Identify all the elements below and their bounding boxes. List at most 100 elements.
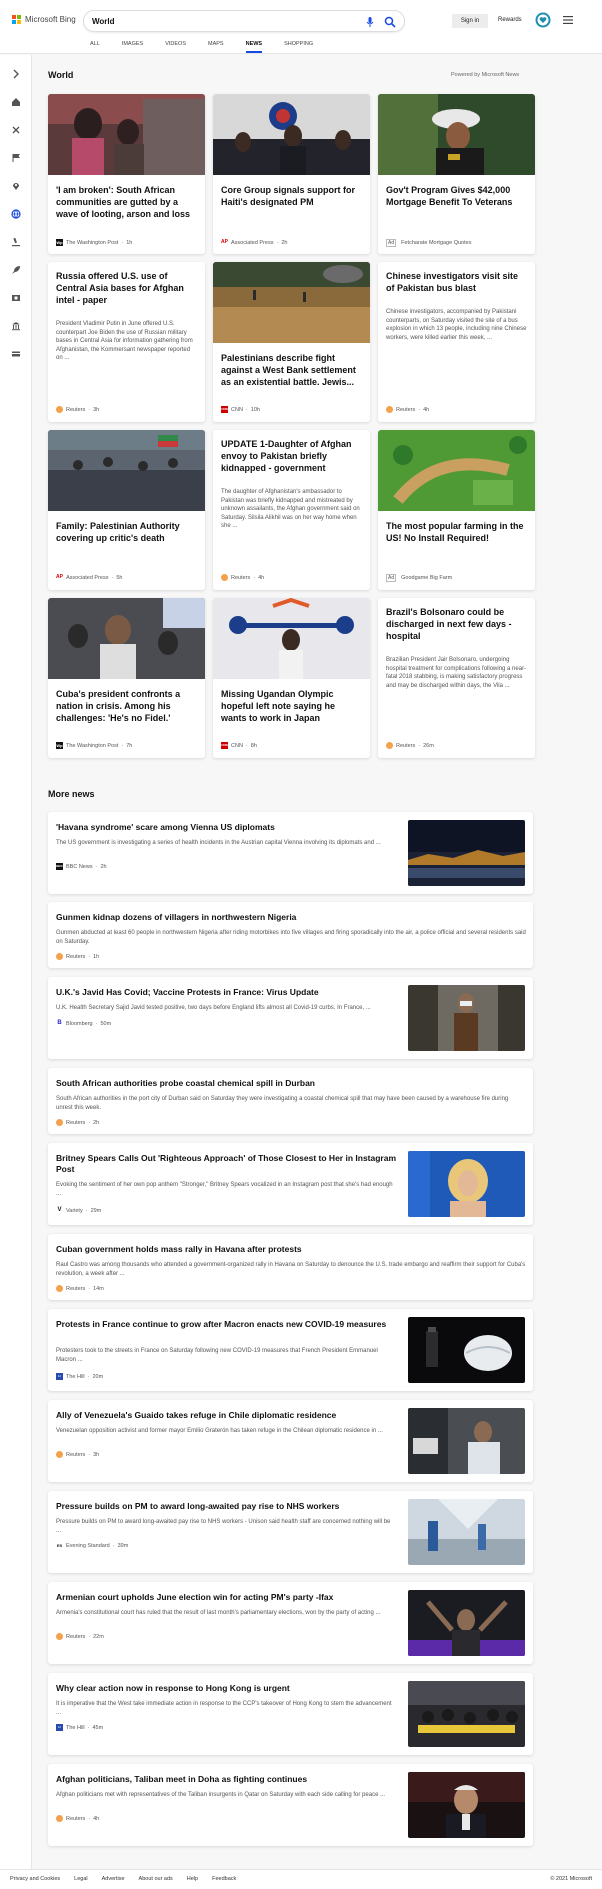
- source-name: Reuters: [396, 742, 416, 749]
- reuters-logo-icon: [56, 953, 63, 960]
- footer-link-help[interactable]: Help: [187, 1876, 198, 1882]
- news-title[interactable]: Britney Spears Calls Out 'Righteous Appr…: [56, 1153, 396, 1175]
- news-list-item[interactable]: Protests in France continue to grow afte…: [48, 1309, 533, 1391]
- news-snippet: Evoking the sentiment of her own pop ant…: [56, 1182, 393, 1197]
- bing-logo[interactable]: Microsoft Bing: [12, 15, 76, 24]
- news-snippet: Gunmen abducted at least 60 people in no…: [56, 930, 526, 945]
- search-icon[interactable]: [384, 16, 396, 28]
- news-card[interactable]: UPDATE 1-Daughter of Afghan envoy to Pak…: [213, 430, 370, 590]
- film-icon[interactable]: [11, 293, 21, 303]
- rocket-icon[interactable]: [11, 265, 21, 275]
- news-title[interactable]: 'Havana syndrome' scare among Vienna US …: [56, 822, 396, 833]
- news-title[interactable]: Why clear action now in response to Hong…: [56, 1683, 396, 1694]
- microscope-icon[interactable]: [11, 237, 21, 247]
- copyright-text: © 2021 Microsoft: [550, 1876, 592, 1882]
- source-time: 45m: [92, 1724, 104, 1731]
- news-list-item[interactable]: South African authorities probe coastal …: [48, 1068, 533, 1134]
- source-name: Bloomberg: [66, 1020, 93, 1027]
- news-card[interactable]: Missing Ugandan Olympic hopeful left not…: [213, 598, 370, 758]
- card-title[interactable]: Cuba's president confronts a nation in c…: [56, 688, 197, 724]
- money-icon[interactable]: [11, 349, 21, 359]
- tools-icon[interactable]: [11, 125, 21, 135]
- ad-card[interactable]: The most popular farming in the US! No I…: [378, 430, 535, 590]
- news-snippet: The US government is investigating a ser…: [56, 840, 381, 846]
- footer-link-legal[interactable]: Legal: [74, 1876, 87, 1882]
- tab-maps[interactable]: MAPS: [208, 40, 224, 53]
- chevron-right-icon[interactable]: [11, 69, 21, 79]
- news-title[interactable]: Afghan politicians, Taliban meet in Doha…: [56, 1774, 396, 1785]
- flag-icon[interactable]: [11, 153, 21, 163]
- footer-link-advertise[interactable]: Advertise: [102, 1876, 125, 1882]
- globe-icon[interactable]: [11, 209, 21, 219]
- card-title[interactable]: Missing Ugandan Olympic hopeful left not…: [221, 688, 362, 724]
- footer-link-privacy[interactable]: Privacy and Cookies: [10, 1876, 60, 1882]
- reuters-logo-icon: [56, 406, 63, 413]
- tab-shopping[interactable]: SHOPPING: [284, 40, 313, 53]
- card-title[interactable]: Core Group signals support for Haiti's d…: [221, 184, 362, 208]
- card-title[interactable]: Brazil's Bolsonaro could be discharged i…: [386, 606, 527, 642]
- source-time: 4h: [423, 406, 430, 413]
- tab-videos[interactable]: VIDEOS: [165, 40, 186, 53]
- search-box[interactable]: [83, 10, 405, 32]
- source-time: 2h: [93, 1119, 100, 1126]
- card-title[interactable]: Chinese investigators visit site of Paki…: [386, 270, 527, 294]
- sign-in-button[interactable]: Sign in: [452, 14, 488, 28]
- microphone-icon[interactable]: [364, 16, 376, 28]
- home-icon[interactable]: [11, 97, 21, 107]
- source-name: Reuters: [66, 953, 86, 960]
- card-source: Reuters · 26m: [386, 742, 527, 749]
- news-list-item[interactable]: Gunmen kidnap dozens of villagers in nor…: [48, 902, 533, 968]
- powered-by-label: Powered by Microsoft News: [451, 72, 520, 78]
- news-card[interactable]: 'I am broken': South African communities…: [48, 94, 205, 254]
- card-title[interactable]: The most popular farming in the US! No I…: [386, 520, 527, 544]
- news-card[interactable]: Cuba's president confronts a nation in c…: [48, 598, 205, 758]
- reuters-logo-icon: [56, 1815, 63, 1822]
- news-card[interactable]: Core Group signals support for Haiti's d…: [213, 94, 370, 254]
- news-list-item[interactable]: 'Havana syndrome' scare among Vienna US …: [48, 812, 533, 894]
- card-title[interactable]: UPDATE 1-Daughter of Afghan envoy to Pak…: [221, 438, 362, 474]
- tab-images[interactable]: IMAGES: [122, 40, 143, 53]
- card-source: Wp The Washington Post · 1h: [56, 239, 133, 246]
- card-title[interactable]: Gov't Program Gives $42,000 Mortgage Ben…: [386, 184, 527, 208]
- news-list-item[interactable]: Armenian court upholds June election win…: [48, 1582, 533, 1664]
- news-card[interactable]: Chinese investigators visit site of Paki…: [378, 262, 535, 422]
- news-title[interactable]: Protests in France continue to grow afte…: [56, 1319, 396, 1330]
- news-list-item[interactable]: Pressure builds on PM to award long-awai…: [48, 1491, 533, 1573]
- news-title[interactable]: Cuban government holds mass rally in Hav…: [56, 1244, 526, 1255]
- news-list-item[interactable]: Afghan politicians, Taliban meet in Doha…: [48, 1764, 533, 1846]
- news-list-item[interactable]: Britney Spears Calls Out 'Righteous Appr…: [48, 1143, 533, 1225]
- card-source: AP Associated Press · 2h: [221, 239, 288, 246]
- news-title[interactable]: Armenian court upholds June election win…: [56, 1592, 396, 1603]
- source-time: 2h: [100, 863, 107, 870]
- card-title[interactable]: Russia offered U.S. use of Central Asia …: [56, 270, 197, 306]
- card-title[interactable]: Family: Palestinian Authority covering u…: [56, 520, 197, 544]
- news-list-item[interactable]: Ally of Venezuela's Guaido takes refuge …: [48, 1400, 533, 1482]
- ad-card[interactable]: Gov't Program Gives $42,000 Mortgage Ben…: [378, 94, 535, 254]
- rewards-link[interactable]: Rewards: [498, 17, 522, 23]
- tab-news[interactable]: NEWS: [245, 40, 263, 53]
- hamburger-menu-icon[interactable]: [563, 15, 573, 25]
- news-title[interactable]: Gunmen kidnap dozens of villagers in nor…: [56, 912, 526, 923]
- news-title[interactable]: Ally of Venezuela's Guaido takes refuge …: [56, 1410, 396, 1421]
- rewards-medal-icon[interactable]: [535, 12, 551, 28]
- news-title[interactable]: Pressure builds on PM to award long-awai…: [56, 1501, 396, 1512]
- news-card[interactable]: Russia offered U.S. use of Central Asia …: [48, 262, 205, 422]
- search-input[interactable]: [92, 14, 352, 29]
- news-title[interactable]: U.K.'s Javid Has Covid; Vaccine Protests…: [56, 987, 396, 998]
- news-card[interactable]: Family: Palestinian Authority covering u…: [48, 430, 205, 590]
- location-pin-icon[interactable]: [11, 181, 21, 191]
- news-source: Reuters · 4h: [56, 1815, 99, 1822]
- bank-icon[interactable]: [11, 321, 21, 331]
- tab-all[interactable]: ALL: [90, 40, 100, 53]
- footer-link-feedback[interactable]: Feedback: [212, 1876, 236, 1882]
- news-card[interactable]: Palestinians describe fight against a We…: [213, 262, 370, 422]
- source-name: Goodgame Big Farm: [401, 575, 453, 581]
- news-list-item[interactable]: Why clear action now in response to Hong…: [48, 1673, 533, 1755]
- news-title[interactable]: South African authorities probe coastal …: [56, 1078, 526, 1089]
- card-title[interactable]: Palestinians describe fight against a We…: [221, 352, 362, 388]
- footer-link-about-ads[interactable]: About our ads: [139, 1876, 173, 1882]
- news-list-item[interactable]: Cuban government holds mass rally in Hav…: [48, 1234, 533, 1300]
- news-card[interactable]: Brazil's Bolsonaro could be discharged i…: [378, 598, 535, 758]
- card-title[interactable]: 'I am broken': South African communities…: [56, 184, 197, 220]
- news-list-item[interactable]: U.K.'s Javid Has Covid; Vaccine Protests…: [48, 977, 533, 1059]
